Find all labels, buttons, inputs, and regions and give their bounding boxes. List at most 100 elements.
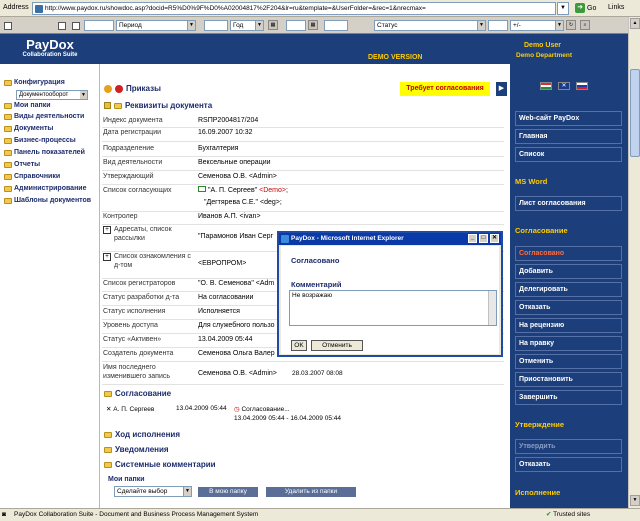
system-comments-heading[interactable]: Системные комментарии bbox=[104, 460, 216, 469]
scroll-thumb[interactable] bbox=[630, 69, 640, 157]
close-icon[interactable]: ✕ bbox=[490, 234, 499, 243]
flag-uk-icon[interactable]: ✕ bbox=[558, 82, 570, 90]
nav-documents[interactable]: Документы bbox=[4, 125, 53, 132]
play-icon[interactable]: ▶ bbox=[496, 82, 507, 96]
calendar-icon[interactable]: ▦ bbox=[308, 20, 318, 30]
approve-button[interactable]: Согласовано bbox=[515, 246, 622, 261]
refresh-icon[interactable]: ↻ bbox=[566, 20, 576, 30]
approval-sheet-button[interactable]: Лист согласования bbox=[515, 196, 622, 211]
maximize-icon[interactable]: □ bbox=[479, 234, 488, 243]
add-small-icon[interactable]: + bbox=[103, 253, 111, 261]
nav-my-folders[interactable]: Мои папки bbox=[4, 102, 51, 109]
nav-config[interactable]: Конфигурация bbox=[4, 79, 65, 86]
chevron-down-icon: ▼ bbox=[555, 21, 563, 30]
field-key: Уровень доступа bbox=[103, 322, 158, 329]
finish-button[interactable]: Завершить bbox=[515, 390, 622, 405]
add-button[interactable]: Добавить bbox=[515, 264, 622, 279]
status-text: PayDox Collaboration Suite - Document an… bbox=[14, 511, 259, 518]
to-folder-button[interactable]: В мою папку bbox=[198, 487, 258, 497]
year-select[interactable]: Год ▼ bbox=[230, 20, 264, 31]
links-button[interactable]: Links bbox=[608, 4, 624, 11]
scroll-up-icon[interactable]: ▲ bbox=[630, 18, 640, 29]
notifications-section-heading[interactable]: Уведомления bbox=[104, 445, 169, 454]
paydox-logo[interactable]: PayDox Collaboration Suite bbox=[4, 38, 96, 59]
go-button[interactable]: ➜ Go bbox=[575, 3, 596, 13]
filter-field-4[interactable] bbox=[324, 20, 348, 31]
filter-field-3[interactable] bbox=[286, 20, 306, 31]
filter-checkbox-2[interactable] bbox=[58, 22, 66, 30]
edit-request-button[interactable]: На правку bbox=[515, 336, 622, 351]
warning-icon bbox=[104, 84, 112, 93]
dialog-titlebar[interactable]: PayDox - Microsoft Internet Explorer _ □… bbox=[279, 233, 501, 245]
field-key[interactable]: Адресаты, список рассылки bbox=[103, 225, 193, 243]
suspend-button[interactable]: Приостановить bbox=[515, 372, 622, 387]
field-value: "Парамонов Иван Серг bbox=[198, 233, 274, 240]
period-select[interactable]: Период ▼ bbox=[116, 20, 196, 31]
remove-from-folder-button[interactable]: Удалить из папки bbox=[266, 487, 356, 497]
field-key[interactable]: Список ознакомления с д-том bbox=[103, 252, 193, 270]
search-icon[interactable]: ⌕ bbox=[580, 20, 590, 30]
folder-open-icon bbox=[114, 102, 122, 109]
filter-field-5[interactable] bbox=[488, 20, 508, 31]
decline-button[interactable]: Отказать bbox=[515, 457, 622, 472]
approval-action[interactable]: ◷ Согласование... bbox=[234, 405, 290, 413]
filter-checkbox-1[interactable] bbox=[4, 22, 12, 30]
field-value: "О. В. Семенова" <Adm bbox=[198, 280, 275, 287]
status-select[interactable]: Статус ▼ bbox=[374, 20, 486, 31]
period-label: Период bbox=[119, 22, 142, 29]
filter-field-2[interactable] bbox=[204, 20, 228, 31]
nav-activity-types[interactable]: Виды деятельности bbox=[4, 113, 84, 120]
scroll-down-icon[interactable]: ▼ bbox=[630, 495, 640, 506]
cancel-approval-button[interactable]: Отменить bbox=[515, 354, 622, 369]
nav-dashboard[interactable]: Панель показателей bbox=[4, 149, 85, 156]
plusminus-select[interactable]: +/- ▼ bbox=[510, 20, 564, 31]
plusminus-label: +/- bbox=[513, 22, 521, 29]
review-button[interactable]: На рецензию bbox=[515, 318, 622, 333]
filter-checkbox-3[interactable] bbox=[72, 22, 80, 30]
calendar-icon[interactable]: ▦ bbox=[268, 20, 278, 30]
comment-textarea[interactable]: Не возражаю bbox=[289, 290, 497, 326]
demo-version-label: DEMO VERSION bbox=[368, 54, 423, 61]
workflow-select[interactable]: Документооборот ▼ bbox=[16, 90, 88, 100]
textarea-scrollbar[interactable] bbox=[488, 291, 496, 325]
approval-section-heading[interactable]: Согласование bbox=[104, 389, 171, 398]
requisites-heading[interactable]: Реквизиты документа bbox=[104, 101, 212, 110]
filter-field-1[interactable] bbox=[84, 20, 114, 31]
nav-document-templates[interactable]: Шаблоны документов bbox=[4, 197, 91, 204]
trusted-zone: ✔ Trusted sites bbox=[546, 509, 590, 521]
flag-hungary-icon[interactable] bbox=[540, 82, 552, 90]
nav-administration[interactable]: Администрирование bbox=[4, 185, 87, 192]
delegate-button[interactable]: Делегировать bbox=[515, 282, 622, 297]
add-small-icon[interactable]: + bbox=[103, 226, 111, 234]
folder-choose-select[interactable]: Сделайте выбор ▼ bbox=[114, 486, 192, 497]
folder-icon bbox=[4, 149, 12, 156]
page-scrollbar[interactable]: ▲ ▼ bbox=[628, 17, 640, 508]
approver-2[interactable]: "Дегтярева С.Е." <deg>; bbox=[204, 198, 282, 207]
ok-button[interactable]: OK bbox=[291, 340, 307, 351]
url-dropdown-icon[interactable]: ▼ bbox=[557, 2, 569, 15]
minimize-icon[interactable]: _ bbox=[468, 234, 477, 243]
status-bar: ◙ PayDox Collaboration Suite - Document … bbox=[0, 508, 640, 521]
my-folders-title: Мои папки bbox=[108, 476, 145, 483]
field-key: Подразделение bbox=[103, 145, 155, 152]
progress-section-heading[interactable]: Ход исполнения bbox=[104, 430, 180, 439]
flag-russia-icon[interactable] bbox=[576, 82, 588, 90]
nav-reports[interactable]: Отчеты bbox=[4, 161, 40, 168]
cancel-button[interactable]: Отменить bbox=[311, 340, 363, 351]
nav-directories[interactable]: Справочники bbox=[4, 173, 60, 180]
home-button[interactable]: Главная bbox=[515, 129, 622, 144]
reject-button[interactable]: Отказать bbox=[515, 300, 622, 315]
field-key: Создатель документа bbox=[103, 350, 174, 357]
folder-icon bbox=[4, 113, 12, 120]
field-row: Утверждающий Семенова О.В. <Admin> bbox=[102, 172, 504, 185]
confirm-button[interactable]: Утвердить bbox=[515, 439, 622, 454]
approval-person: ✕ А. П. Сергеев bbox=[106, 406, 155, 413]
field-value: Для служебного пользо bbox=[198, 322, 275, 329]
alert-icon bbox=[115, 84, 123, 93]
field-value: Вексельные операции bbox=[198, 159, 271, 166]
website-button[interactable]: Web-сайт PayDox bbox=[515, 111, 622, 126]
approver-name[interactable]: "А. П. Сергеев" bbox=[208, 187, 257, 194]
url-input[interactable]: http://www.paydox.ru/showdoc.asp?docid=R… bbox=[32, 2, 556, 15]
nav-business-processes[interactable]: Бизнес-процессы bbox=[4, 137, 76, 144]
list-button[interactable]: Список bbox=[515, 147, 622, 162]
